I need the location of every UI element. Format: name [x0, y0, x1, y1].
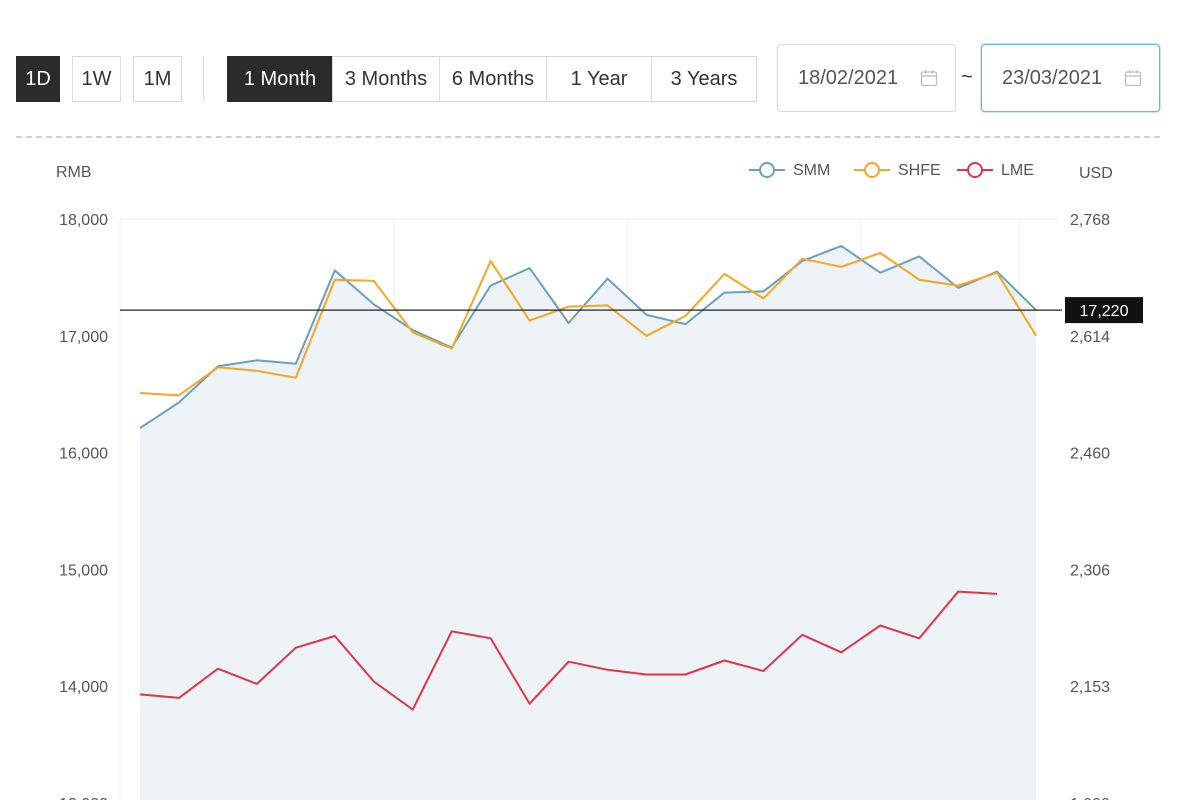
legend-label-shfe: SHFE: [898, 162, 941, 179]
series-area: [140, 245, 1037, 800]
legend-marker-smm: [759, 162, 775, 178]
start-date-field[interactable]: [777, 44, 956, 112]
calendar-icon[interactable]: [1124, 69, 1142, 87]
legend-label-lme: LME: [1001, 162, 1034, 179]
interval-1m-button[interactable]: 1M: [133, 56, 182, 102]
interval-1w-button[interactable]: 1W: [72, 56, 121, 102]
right-axis-tick-label: 2,614: [1070, 329, 1110, 346]
interval-1d-button[interactable]: 1D: [16, 56, 60, 102]
start-date-input[interactable]: [796, 65, 920, 91]
left-axis-tick-label: 18,000: [59, 212, 108, 229]
end-date-input[interactable]: [1000, 65, 1124, 91]
right-axis-tick-label: 2,153: [1070, 679, 1110, 696]
toolbar-divider-dashed: [16, 136, 1160, 138]
range-1-month-button[interactable]: 1 Month: [227, 56, 333, 102]
left-axis-tick-label: 13,000: [59, 796, 108, 800]
left-axis-tick-label: 17,000: [59, 329, 108, 346]
date-range-separator: ~: [961, 66, 973, 88]
toolbar-divider: [203, 56, 204, 100]
right-axis-tick-label: 2,460: [1070, 446, 1110, 463]
left-axis-label: RMB: [56, 164, 92, 181]
range-3-years-button[interactable]: 3 Years: [651, 56, 757, 102]
right-axis-tick-label: 2,768: [1070, 212, 1110, 229]
range-button-group: 1 Month 3 Months 6 Months 1 Year 3 Years: [227, 56, 757, 102]
legend-marker-shfe: [864, 162, 880, 178]
calendar-icon[interactable]: [920, 69, 938, 87]
legend-label-smm: SMM: [793, 162, 830, 179]
left-axis-tick-label: 15,000: [59, 562, 108, 579]
range-1-year-button[interactable]: 1 Year: [546, 56, 652, 102]
toolbar: 1D 1W 1M 1 Month 3 Months 6 Months 1 Yea…: [0, 0, 1200, 140]
chart-container: SMM metal.com RMB USD 18,00017,00016,000…: [0, 140, 1200, 805]
end-date-field[interactable]: [981, 44, 1160, 112]
right-axis-label: USD: [1079, 165, 1113, 182]
reference-value-label: 17,220: [1080, 303, 1129, 320]
right-axis-tick-label: 2,306: [1070, 562, 1110, 579]
left-axis-tick-label: 16,000: [59, 446, 108, 463]
series-area-smm: [140, 245, 1037, 800]
range-3-months-button[interactable]: 3 Months: [332, 56, 440, 102]
left-axis-tick-label: 14,000: [59, 679, 108, 696]
legend: SMM SHFE LME: [749, 162, 1034, 179]
range-6-months-button[interactable]: 6 Months: [439, 56, 547, 102]
legend-marker-lme: [967, 162, 983, 178]
price-chart: SMM metal.com RMB USD 18,00017,00016,000…: [56, 162, 1143, 805]
right-axis-tick-label: 1,999: [1070, 796, 1110, 800]
